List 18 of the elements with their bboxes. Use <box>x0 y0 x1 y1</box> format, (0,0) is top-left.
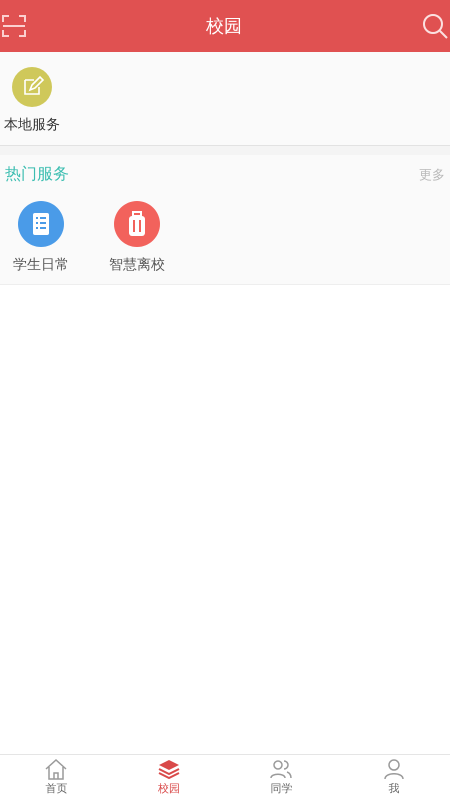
service-label[interactable]: 智慧离校 <box>109 254 165 275</box>
person-icon[interactable] <box>382 758 406 780</box>
tab-label[interactable]: 首页 <box>45 780 68 798</box>
people-icon[interactable] <box>269 758 294 780</box>
suitcase-icon[interactable] <box>114 201 160 247</box>
checklist-icon[interactable] <box>18 201 64 247</box>
tab-label[interactable]: 同学 <box>270 780 292 798</box>
service-label[interactable]: 学生日常 <box>13 254 69 275</box>
layers-icon[interactable] <box>156 758 181 780</box>
service-label[interactable]: 本地服务 <box>4 114 60 135</box>
scan-icon[interactable] <box>2 14 26 38</box>
section-title: 热门服务 <box>5 164 69 185</box>
home-icon[interactable] <box>44 758 68 780</box>
tab-label[interactable]: 我 <box>388 780 400 798</box>
note-pencil-icon[interactable] <box>12 67 52 107</box>
tab-label[interactable]: 校园 <box>158 780 180 798</box>
page-title: 校园 <box>206 14 242 38</box>
search-icon[interactable] <box>422 13 448 39</box>
